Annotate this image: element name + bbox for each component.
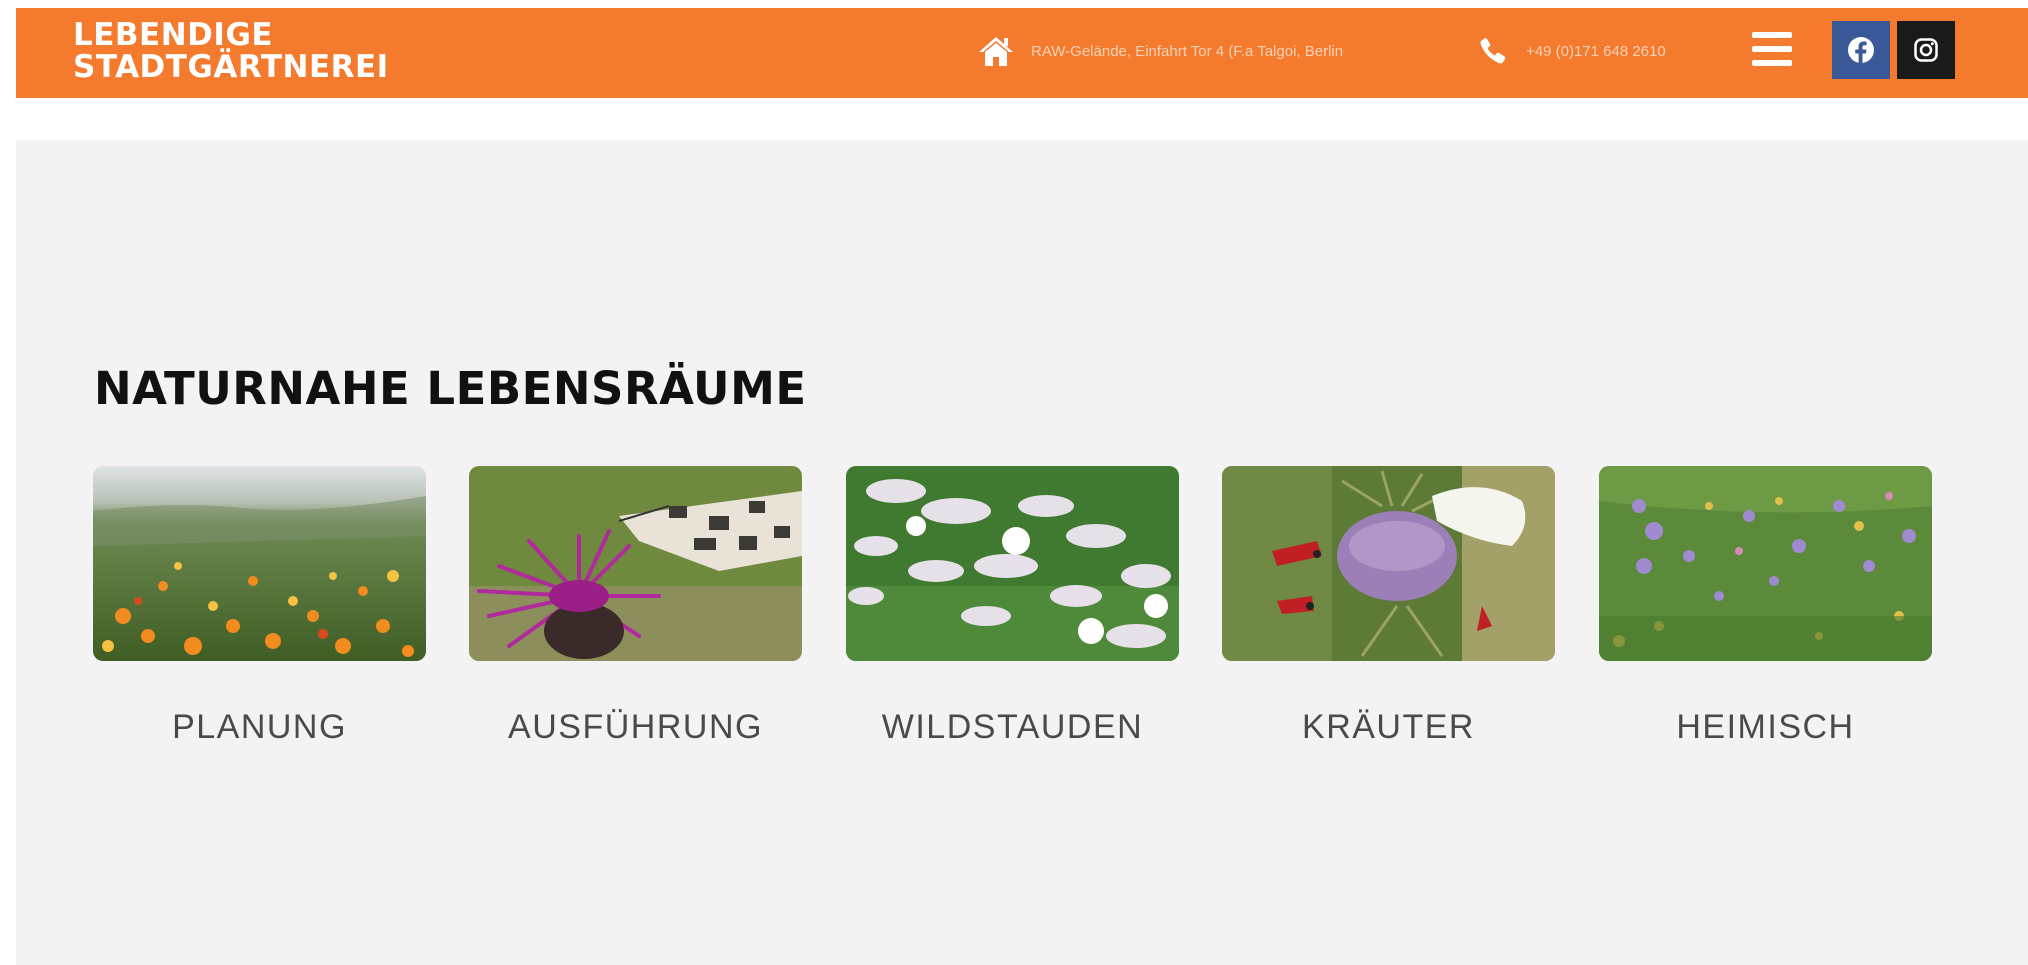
instagram-icon <box>1914 38 1938 62</box>
menu-icon[interactable] <box>1752 32 1792 70</box>
home-icon <box>979 37 1013 66</box>
card-wildstauden[interactable]: WILDSTAUDEN <box>846 466 1179 747</box>
card-ausfuehrung[interactable]: AUSFÜHRUNG <box>469 466 802 747</box>
card-label: AUSFÜHRUNG <box>508 708 763 746</box>
habitats-section: NATURNAHE LEBENSRÄUME PLANUNG AUSFÜHRUNG… <box>16 140 2028 965</box>
card-heimisch[interactable]: HEIMISCH <box>1599 466 1932 747</box>
wildflower-field-photo <box>1599 466 1932 661</box>
site-logo[interactable]: LEBENDIGE STADTGÄRTNEREI <box>73 19 389 83</box>
flower-meadow-photo <box>93 466 426 661</box>
white-campion-flowers-photo <box>846 466 1179 661</box>
menu-bar <box>1752 60 1792 66</box>
site-header: LEBENDIGE STADTGÄRTNEREI RAW-Gelände, Ei… <box>16 8 2028 98</box>
section-title: NATURNAHE LEBENSRÄUME <box>94 362 807 415</box>
logo-line-1: LEBENDIGE <box>73 17 274 53</box>
facebook-button[interactable] <box>1832 21 1890 79</box>
phone-icon <box>1480 38 1506 64</box>
teasel-with-moths-photo <box>1222 466 1555 661</box>
facebook-icon <box>1848 37 1874 63</box>
menu-bar <box>1752 32 1792 38</box>
menu-bar <box>1752 46 1792 52</box>
instagram-button[interactable] <box>1897 21 1955 79</box>
logo-line-2: STADTGÄRTNEREI <box>73 49 389 85</box>
card-label: HEIMISCH <box>1676 708 1855 746</box>
card-label: WILDSTAUDEN <box>881 708 1144 746</box>
card-label: PLANUNG <box>172 708 347 746</box>
card-planung[interactable]: PLANUNG <box>93 466 426 747</box>
butterfly-on-knapweed-photo <box>469 466 802 661</box>
card-label: KRÄUTER <box>1302 708 1475 746</box>
phone-number[interactable]: +49 (0)171 648 2610 <box>1526 43 1666 60</box>
card-kraeuter[interactable]: KRÄUTER <box>1222 466 1555 747</box>
address-text[interactable]: RAW-Gelände, Einfahrt Tor 4 (F.a Talgoi,… <box>1031 43 1343 60</box>
